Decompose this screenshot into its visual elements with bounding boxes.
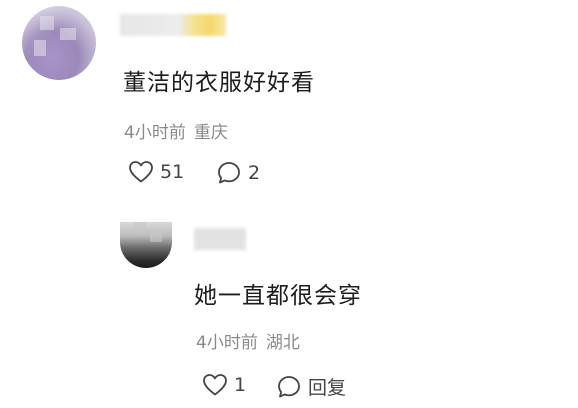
comment-text: 董洁的衣服好好看	[123, 70, 315, 96]
like-count: 1	[234, 374, 247, 396]
avatar[interactable]	[22, 6, 96, 80]
comment-time: 4小时前	[124, 123, 186, 143]
comment-meta: 4小时前 重庆	[124, 118, 228, 143]
speech-bubble-icon	[218, 162, 240, 184]
reply-label: 回复	[308, 377, 347, 399]
comment-meta: 4小时前 湖北	[196, 328, 300, 353]
comment-text: 她一直都很会穿	[194, 283, 362, 309]
username-blurred[interactable]	[194, 228, 246, 250]
speech-bubble-icon	[278, 375, 300, 397]
comment-location: 湖北	[265, 333, 300, 353]
reply-button[interactable]: 2	[216, 160, 260, 186]
reply-button[interactable]: 回复	[276, 373, 346, 400]
username-blurred[interactable]	[120, 14, 226, 36]
avatar[interactable]	[120, 222, 172, 268]
comment-time: 4小时前	[196, 333, 258, 353]
comment-location: 重庆	[193, 123, 228, 143]
heart-outline-icon	[203, 374, 227, 396]
heart-outline-icon	[129, 161, 153, 183]
like-button[interactable]: 51	[128, 160, 184, 184]
like-count: 51	[160, 161, 185, 183]
like-button[interactable]: 1	[202, 373, 246, 397]
reply-count: 2	[248, 162, 261, 184]
